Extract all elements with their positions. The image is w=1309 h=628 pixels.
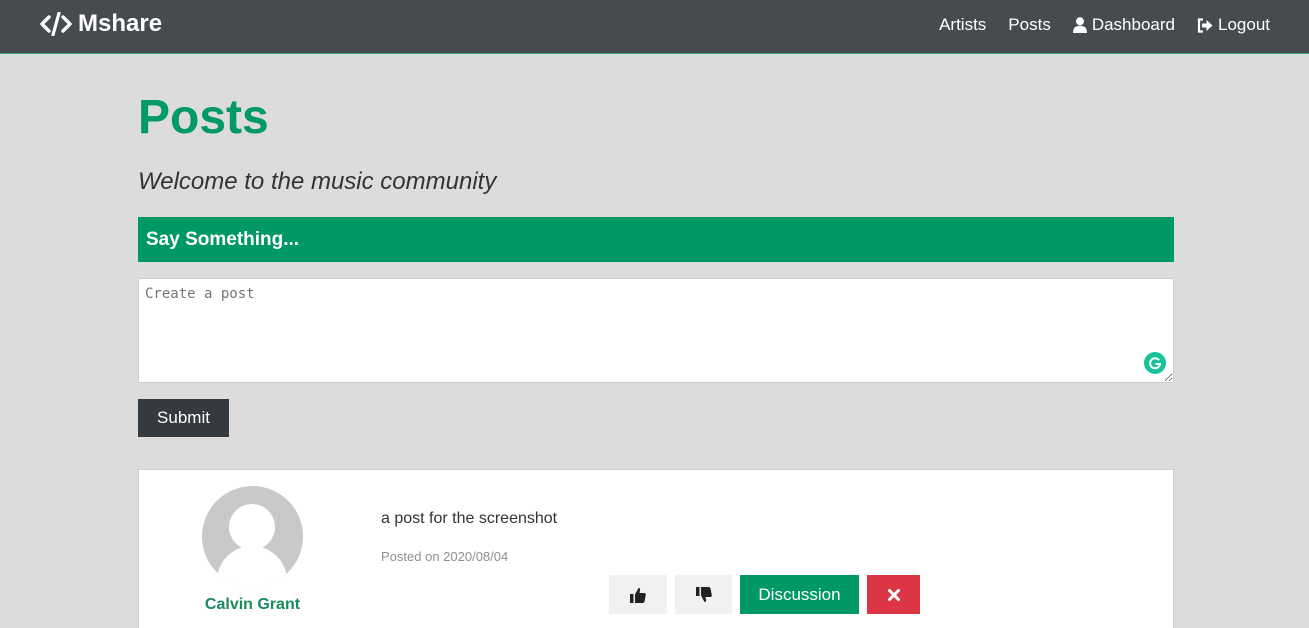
sign-out-icon (1197, 17, 1213, 33)
navbar: Mshare Artists Posts Dashboard Logout (0, 0, 1309, 54)
nav-link-label: Artists (939, 15, 987, 34)
avatar (202, 486, 303, 587)
like-button[interactable] (609, 575, 667, 614)
thumbs-down-icon (695, 586, 712, 603)
nav-link-label: Dashboard (1091, 15, 1175, 34)
dislike-button[interactable] (675, 575, 732, 614)
submit-button[interactable]: Submit (138, 399, 229, 437)
post-form-header-text: Say Something... (146, 228, 300, 250)
brand-link[interactable]: Mshare (40, 10, 162, 38)
delete-button[interactable] (867, 575, 920, 614)
create-post-textarea[interactable] (138, 278, 1174, 383)
post-text: a post for the screenshot (381, 510, 558, 527)
nav-link-artists[interactable]: Artists (939, 15, 986, 35)
nav-link-posts[interactable]: Posts (1008, 15, 1051, 35)
page-title: Posts (138, 91, 269, 144)
thumbs-up-icon (630, 587, 646, 603)
nav-link-dashboard[interactable]: Dashboard (1072, 15, 1175, 35)
grammarly-icon[interactable] (1144, 352, 1166, 374)
discussion-button[interactable]: Discussion (740, 575, 859, 614)
post-author-name[interactable]: Calvin Grant (139, 596, 366, 614)
post-card: Calvin Grant a post for the screenshot P… (138, 469, 1174, 628)
avatar-head (229, 504, 275, 550)
avatar-body (217, 546, 287, 587)
post-form-header: Say Something... (138, 217, 1174, 262)
brand-name: Mshare (78, 10, 163, 37)
user-icon (1072, 17, 1087, 33)
nav-links: Artists Posts Dashboard Logout (939, 13, 1270, 37)
page-lead: Welcome to the music community (138, 168, 497, 195)
nav-link-logout[interactable]: Logout (1197, 15, 1270, 35)
nav-link-label: Logout (1218, 15, 1270, 34)
post-form (138, 278, 1174, 383)
post-date: Posted on 2020/08/04 (381, 549, 509, 564)
nav-link-label: Posts (1008, 15, 1051, 34)
code-icon (40, 12, 72, 36)
times-icon (887, 588, 900, 601)
